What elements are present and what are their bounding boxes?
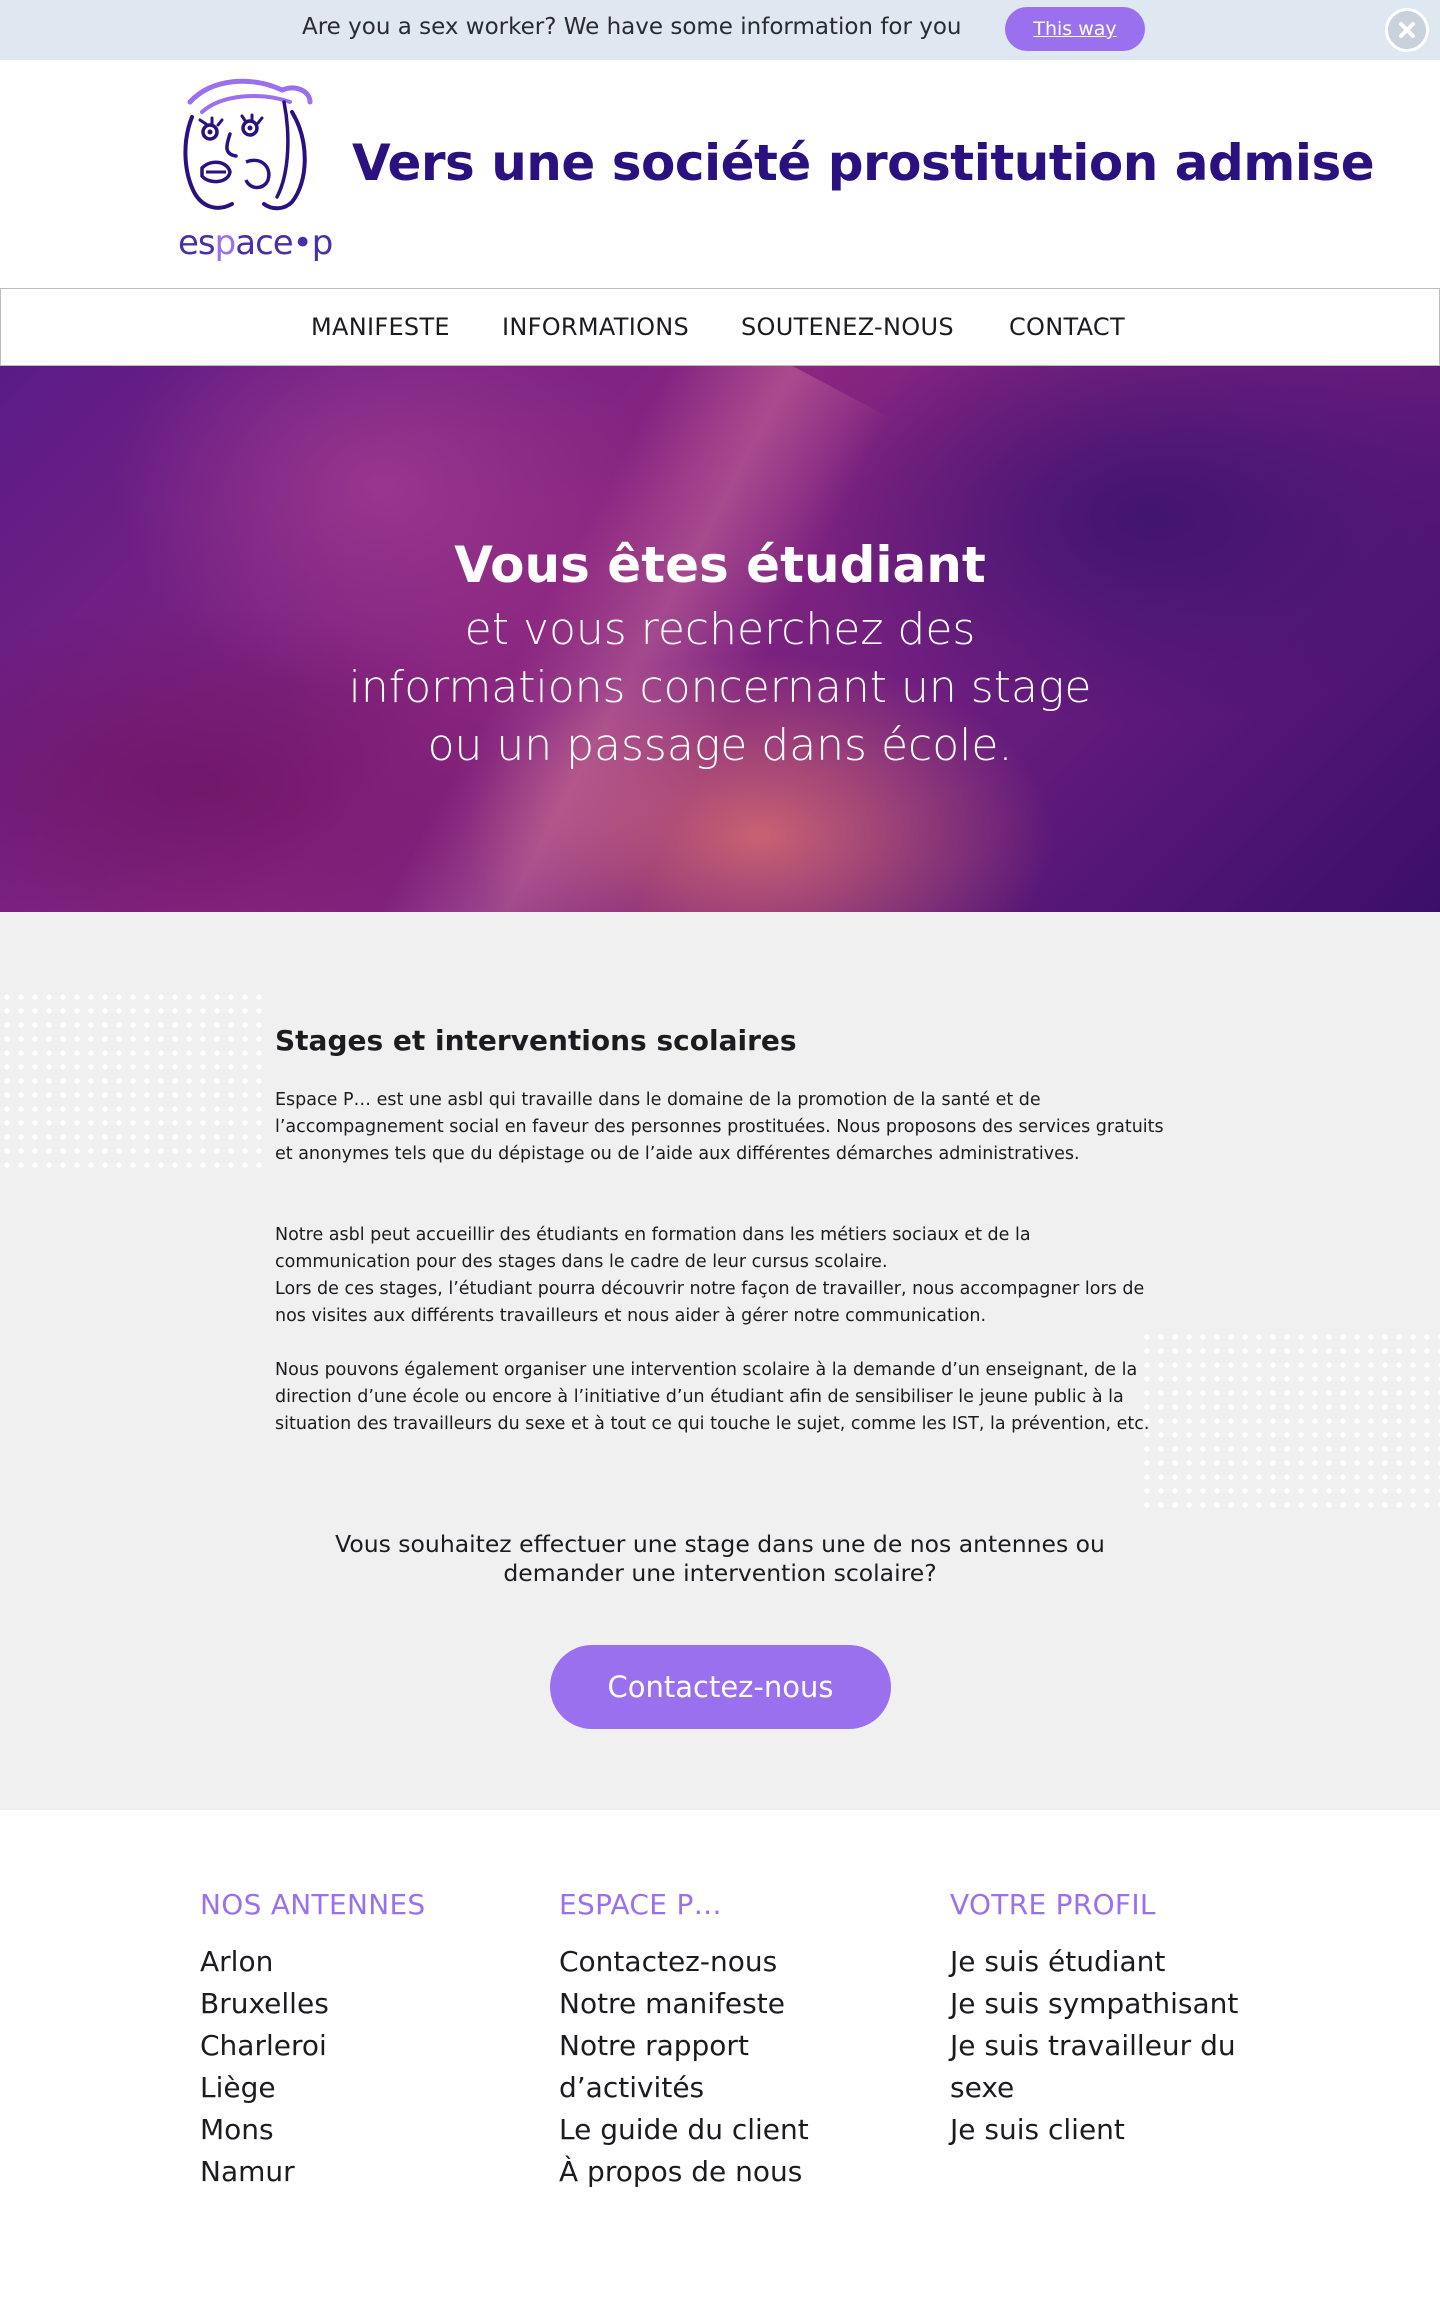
footer-link-namur[interactable]: Namur <box>200 2151 426 2193</box>
hero-subtitle-line: et vous recherchez des <box>464 604 976 655</box>
main-content: Stages et interventions scolaires Espace… <box>0 912 1440 1810</box>
logo-wordmark: espace•p <box>178 223 333 263</box>
close-icon[interactable] <box>1385 8 1429 52</box>
cta-question-line: demander une intervention scolaire? <box>503 1559 937 1587</box>
footer-link-mons[interactable]: Mons <box>200 2109 426 2151</box>
footer-link-manifeste[interactable]: Notre manifeste <box>559 1983 809 2025</box>
main-nav: MANIFESTE INFORMATIONS SOUTENEZ-NOUS CON… <box>0 288 1440 366</box>
nav-item-soutenez-nous[interactable]: SOUTENEZ-NOUS <box>741 313 954 341</box>
hero-subtitle-line: informations concernant un stage <box>348 662 1092 713</box>
decorative-dots <box>1140 1330 1440 1512</box>
footer-link-client[interactable]: Je suis client <box>950 2109 1238 2151</box>
notice-bar: Are you a sex worker? We have some infor… <box>0 0 1440 60</box>
hero-title: Vous êtes étudiant <box>454 536 986 594</box>
section-title: Stages et interventions scolaires <box>275 1024 797 1057</box>
hero-subtitle-line: ou un passage dans école. <box>427 720 1013 771</box>
footer-link-travailleur[interactable]: Je suis travailleur du <box>950 2025 1238 2067</box>
cta-question-line: Vous souhaitez effectuer une stage dans … <box>335 1530 1105 1558</box>
decorative-dots <box>0 990 265 1170</box>
footer-link-contact[interactable]: Contactez-nous <box>559 1941 809 1983</box>
footer-link-rapport[interactable]: Notre rapport <box>559 2025 809 2067</box>
this-way-button[interactable]: This way <box>1005 7 1145 51</box>
footer-link-a-propos[interactable]: À propos de nous <box>559 2151 809 2193</box>
paragraph: Notre asbl peut accueillir des étudiants… <box>275 1225 1031 1272</box>
nav-item-contact[interactable]: CONTACT <box>1009 313 1125 341</box>
footer-link-liege[interactable]: Liège <box>200 2067 426 2109</box>
nav-item-informations[interactable]: INFORMATIONS <box>502 313 689 341</box>
footer-heading: NOS ANTENNES <box>200 1888 426 1921</box>
footer-heading: VOTRE PROFIL <box>950 1888 1156 1921</box>
site-title: Vers une société prostitution admise <box>352 134 1375 192</box>
hero-banner: Vous êtes étudiant et vous recherchez de… <box>0 366 1440 912</box>
footer-link-arlon[interactable]: Arlon <box>200 1941 426 1983</box>
paragraph: Lors de ces stages, l’étudiant pourra dé… <box>275 1279 1145 1326</box>
paragraph: Nous pouvons également organiser une int… <box>275 1360 1150 1434</box>
footer-link-rapport-continued[interactable]: d’activités <box>559 2067 809 2109</box>
footer-column-profil: VOTRE PROFIL Je suis étudiant Je suis sy… <box>950 1888 1238 2151</box>
footer-column-antennes: NOS ANTENNES Arlon Bruxelles Charleroi L… <box>200 1888 426 2193</box>
footer-link-sympathisant[interactable]: Je suis sympathisant <box>950 1983 1238 2025</box>
footer-heading: ESPACE P… <box>559 1888 722 1921</box>
footer-link-travailleur-continued[interactable]: sexe <box>950 2067 1238 2109</box>
footer-link-guide-client[interactable]: Le guide du client <box>559 2109 809 2151</box>
footer-link-etudiant[interactable]: Je suis étudiant <box>950 1941 1238 1983</box>
contact-us-button[interactable]: Contactez-nous <box>550 1645 891 1729</box>
footer-link-bruxelles[interactable]: Bruxelles <box>200 1983 426 2025</box>
paragraph: Espace P… est une asbl qui travaille dan… <box>275 1090 1164 1164</box>
footer-column-espace-p: ESPACE P… Contactez-nous Notre manifeste… <box>559 1888 809 2193</box>
notice-text: Are you a sex worker? We have some infor… <box>302 14 962 40</box>
nav-item-manifeste[interactable]: MANIFESTE <box>311 313 450 341</box>
footer-link-charleroi[interactable]: Charleroi <box>200 2025 426 2067</box>
